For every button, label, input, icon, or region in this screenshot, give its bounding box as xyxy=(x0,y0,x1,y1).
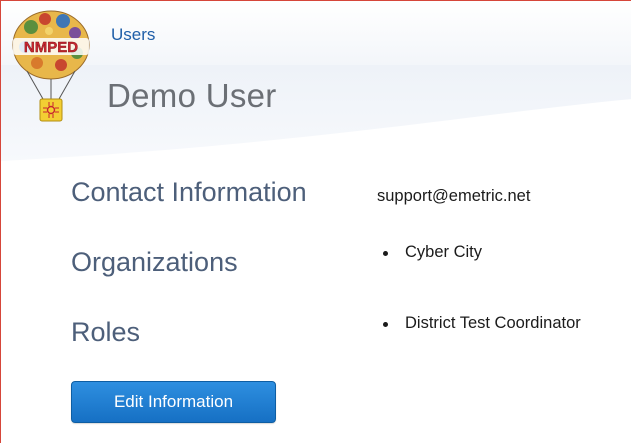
organizations-list: Cyber City xyxy=(381,243,482,262)
app-frame: Users Demo User NMPED Contact Informatio… xyxy=(0,0,631,443)
breadcrumb-users-link[interactable]: Users xyxy=(111,25,155,45)
list-item: Cyber City xyxy=(381,243,482,262)
roles-heading: Roles xyxy=(71,317,141,347)
contact-information-heading: Contact Information xyxy=(71,177,307,207)
logo-text: NMPED xyxy=(24,39,78,56)
nmped-logo: NMPED xyxy=(12,10,90,122)
top-bar: Users xyxy=(1,1,631,66)
organizations-heading: Organizations xyxy=(71,247,238,277)
edit-information-button[interactable]: Edit Information xyxy=(71,381,276,423)
header-band xyxy=(1,65,631,161)
roles-list: District Test Coordinator xyxy=(381,314,581,333)
contact-email: support@emetric.net xyxy=(377,187,531,205)
page-title: Demo User xyxy=(107,77,277,114)
list-item: District Test Coordinator xyxy=(381,314,581,333)
